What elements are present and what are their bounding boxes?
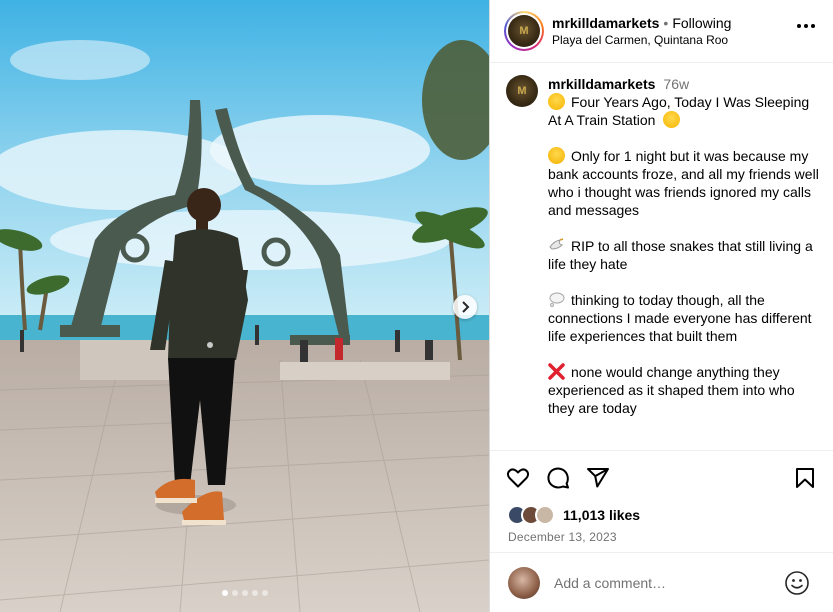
brand-logo-icon: M [508,15,540,47]
bookmark-icon [796,468,814,488]
author-avatar[interactable]: M [504,11,544,51]
likes-count[interactable]: 11,013 likes [563,507,640,523]
post-age[interactable]: 76w [663,75,689,93]
liker-avatar [535,505,555,525]
current-user-avatar [508,566,540,599]
post-location[interactable]: Playa del Carmen, Quintana Roo [552,33,731,47]
sweat-smile-face-icon [663,111,681,128]
carousel-dot [251,590,258,596]
more-options-button[interactable] [797,24,815,28]
carousel-indicator [0,590,489,596]
flushed-face-icon [548,93,565,110]
action-bar [490,451,833,505]
post-sidebar: M mrkilldamarkets • Following Playa del … [489,0,833,612]
cross-mark-icon [548,363,565,380]
heart-icon [506,468,530,488]
caption: M mrkilldamarkets 76w Four Years Ago, To… [490,63,833,450]
comment-input[interactable] [554,574,774,591]
carousel-dot [261,590,268,596]
send-icon [587,468,609,488]
comment-icon [547,467,569,489]
liker-avatars [507,505,555,525]
grimacing-face-icon [548,147,565,164]
photo-scene [0,0,489,612]
caption-paragraph: Only for 1 night but it was because my b… [548,147,819,218]
caption-paragraph: none would change anything they experien… [548,363,795,416]
carousel-dot [231,590,238,596]
author-username[interactable]: mrkilldamarkets [552,15,659,31]
emoji-picker-button[interactable] [784,570,810,601]
likes-row[interactable]: 11,013 likes [490,505,833,525]
caption-avatar[interactable]: M [506,75,538,107]
post-header: M mrkilldamarkets • Following Playa del … [490,0,833,63]
next-photo-button[interactable] [453,295,477,319]
following-button[interactable]: Following [672,15,731,31]
caption-username[interactable]: mrkilldamarkets [548,75,655,93]
post-date[interactable]: December 13, 2023 [490,530,833,544]
caption-paragraph: Four Years Ago, Today I Was Sleeping At … [548,93,810,128]
post-actions-section: 11,013 likes December 13, 2023 [490,450,833,544]
like-button[interactable] [506,466,530,490]
caption-paragraph: RIP to all those snakes that still livin… [548,237,813,272]
comment-composer [490,552,833,612]
comment-button[interactable] [546,466,570,490]
carousel-dot [221,590,228,596]
dove-icon [548,237,565,254]
chevron-right-icon [462,301,470,313]
caption-paragraph: thinking to today though, all the connec… [548,291,812,344]
separator: • [663,15,669,31]
thought-bubble-icon [548,291,565,308]
carousel-dot [241,590,248,596]
post-photo[interactable] [0,0,489,612]
share-button[interactable] [586,466,610,490]
smiley-icon [785,571,809,595]
more-icon [797,24,801,28]
save-button[interactable] [794,466,816,495]
